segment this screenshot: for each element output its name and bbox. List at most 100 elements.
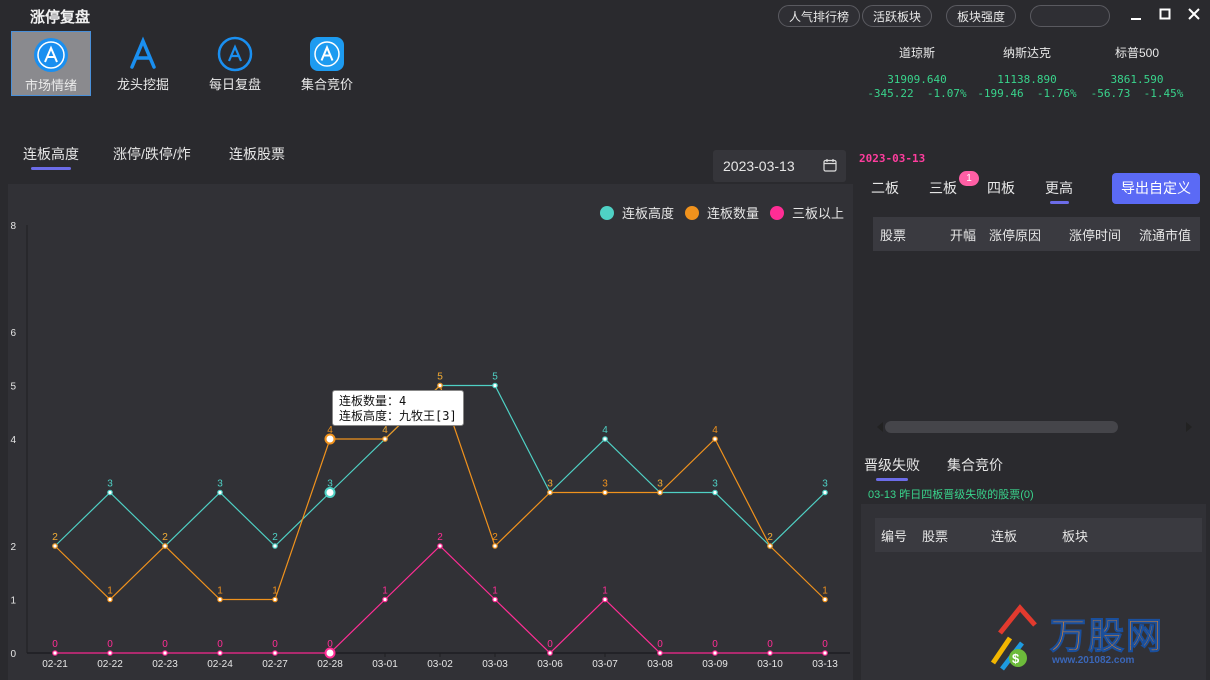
data-label: 4	[327, 425, 333, 436]
data-point[interactable]	[437, 543, 443, 549]
data-point[interactable]	[602, 436, 608, 442]
col-open[interactable]: 开幅	[950, 225, 976, 244]
index-name-dow: 道琼斯	[898, 46, 935, 60]
data-point[interactable]	[657, 650, 663, 656]
data-point[interactable]	[492, 382, 498, 389]
x-tick-label: 02-22	[97, 659, 123, 670]
data-point[interactable]	[657, 489, 663, 496]
tab-call-auction[interactable]: 集合竞价	[947, 455, 1003, 475]
data-point[interactable]	[162, 543, 168, 549]
tab-four-board[interactable]: 四板	[987, 178, 1015, 198]
y-tick-label: 1	[10, 596, 16, 607]
x-tick-label: 03-13	[812, 659, 838, 670]
legend-marker[interactable]	[600, 206, 614, 220]
data-point[interactable]	[602, 489, 608, 496]
data-point[interactable]	[52, 650, 58, 656]
data-point[interactable]	[217, 650, 223, 656]
col-number[interactable]: 编号	[881, 526, 907, 545]
x-tick-label: 02-24	[207, 659, 233, 670]
minimize-icon[interactable]	[1128, 6, 1144, 22]
data-label: 3	[547, 479, 553, 490]
data-label: 4	[382, 425, 388, 436]
data-point[interactable]	[107, 489, 113, 496]
data-label: 1	[107, 586, 113, 597]
x-tick-label: 02-23	[152, 659, 178, 670]
data-point[interactable]	[767, 543, 773, 549]
data-label: 0	[712, 639, 718, 650]
data-label: 4	[602, 425, 608, 436]
y-tick-label: 0	[10, 649, 16, 660]
data-label: 3	[657, 479, 663, 490]
x-tick-label: 03-06	[537, 659, 563, 670]
data-point[interactable]	[767, 650, 773, 656]
data-point[interactable]	[437, 382, 443, 389]
col-time[interactable]: 涨停时间	[1069, 225, 1121, 244]
export-custom-button[interactable]: 导出自定义	[1112, 173, 1200, 204]
sector-strength-button[interactable]: 板块强度	[946, 5, 1017, 27]
data-point[interactable]	[602, 596, 608, 603]
data-label: 0	[52, 639, 58, 650]
y-tick-label: 6	[10, 328, 16, 339]
streak-chart: 连板高度 连板数量 三板以上 0 1 2 4 5 6 8 02-21 02-22 02-23 02-24…	[10, 206, 850, 670]
index-change-dow: -345.22 -1.07%	[867, 87, 967, 100]
legend-label[interactable]: 连板高度	[622, 206, 674, 221]
search-input[interactable]	[1030, 5, 1110, 27]
data-point[interactable]	[382, 596, 388, 603]
legend-marker[interactable]	[770, 206, 784, 220]
data-point[interactable]	[712, 436, 718, 442]
col-market-cap[interactable]: 流通市值	[1139, 225, 1191, 244]
data-point[interactable]	[492, 596, 498, 603]
data-label: 3	[712, 479, 718, 490]
data-point[interactable]	[712, 489, 718, 496]
data-point[interactable]	[492, 543, 498, 549]
x-tick-label: 03-10	[757, 659, 783, 670]
legend-label[interactable]: 三板以上	[792, 206, 844, 221]
data-label: 0	[162, 639, 168, 650]
legend-marker[interactable]	[685, 206, 699, 220]
data-point[interactable]	[52, 543, 58, 549]
active-sectors-button[interactable]: 活跃板块	[862, 5, 933, 27]
tab-higher[interactable]: 更高	[1045, 178, 1073, 198]
legend-label[interactable]: 连板数量	[707, 206, 759, 221]
col-reason[interactable]: 涨停原因	[989, 225, 1041, 244]
watermark-logo: $ 万股网 www.201082.com	[990, 603, 1205, 675]
data-point[interactable]	[272, 543, 278, 549]
data-point[interactable]	[712, 650, 718, 656]
data-point[interactable]	[822, 489, 828, 496]
data-point[interactable]	[547, 489, 553, 496]
fail-note: 03-13 昨日四板晋级失败的股票(0)	[868, 489, 1034, 501]
data-point[interactable]	[547, 650, 553, 656]
data-point[interactable]	[107, 650, 113, 656]
data-label: 0	[272, 639, 278, 650]
col-sector[interactable]: 板块	[1062, 526, 1088, 545]
tab-two-board[interactable]: 二板	[871, 178, 899, 198]
x-tick-label: 03-02	[427, 659, 453, 670]
close-icon[interactable]	[1186, 6, 1202, 22]
data-label: 1	[382, 586, 388, 597]
selected-date: 2023-03-13	[859, 152, 926, 165]
data-point[interactable]	[822, 650, 828, 656]
tab-three-board[interactable]: 三板	[929, 178, 957, 198]
data-point[interactable]	[217, 596, 223, 603]
data-label: 1	[217, 586, 223, 597]
data-point[interactable]	[272, 650, 278, 656]
data-point[interactable]	[272, 596, 278, 603]
data-label: 4	[712, 425, 718, 436]
data-label: 1	[822, 586, 828, 597]
scrollbar-thumb[interactable]	[885, 421, 1118, 433]
data-label: 1	[492, 586, 498, 597]
data-point[interactable]	[162, 650, 168, 656]
col-stock[interactable]: 股票	[880, 225, 906, 244]
data-label: 0	[822, 639, 828, 650]
col-stock[interactable]: 股票	[922, 526, 948, 545]
limit-up-table-header: 股票 开幅 涨停原因 涨停时间 流通市值	[873, 217, 1200, 251]
tab-promotion-fail[interactable]: 晋级失败	[864, 455, 920, 475]
data-label: 0	[217, 639, 223, 650]
data-point[interactable]	[382, 436, 388, 442]
maximize-icon[interactable]	[1157, 6, 1173, 22]
watermark-brand: 万股网	[1049, 615, 1165, 657]
data-point[interactable]	[217, 489, 223, 496]
data-point[interactable]	[822, 596, 828, 603]
col-streak[interactable]: 连板	[991, 526, 1017, 545]
data-point[interactable]	[107, 596, 113, 603]
